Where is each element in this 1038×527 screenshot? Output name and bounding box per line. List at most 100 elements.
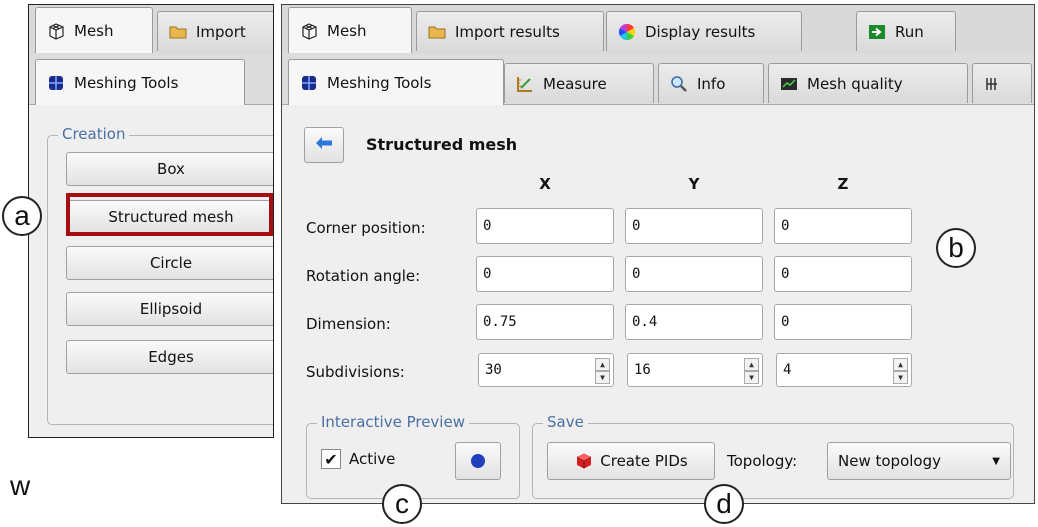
tab-meshing-tools[interactable]: Meshing Tools <box>35 59 245 105</box>
spin-arrows[interactable]: ▲ ▼ <box>595 358 610 384</box>
chevron-down-icon: ▼ <box>992 455 1000 467</box>
spin-up-icon[interactable]: ▲ <box>893 358 908 371</box>
tab-import[interactable]: Import <box>157 11 273 51</box>
tab-label: Display results <box>645 22 756 41</box>
rotation-angle-z-input[interactable]: 0 <box>774 256 912 292</box>
tab-meshing-tools[interactable]: Meshing Tools <box>288 59 504 105</box>
spin-down-icon[interactable]: ▼ <box>893 371 908 384</box>
back-arrow-icon <box>315 136 333 154</box>
mesh-cube-icon <box>46 21 66 41</box>
tab-mesh[interactable]: Mesh <box>288 7 412 53</box>
creation-legend: Creation <box>58 125 130 143</box>
tab-more[interactable] <box>972 63 1032 103</box>
run-arrow-icon <box>867 22 887 42</box>
tab-mesh-quality[interactable]: Mesh quality <box>768 63 968 103</box>
topology-value: New topology <box>838 452 941 470</box>
tab-label: Import <box>196 22 246 41</box>
spin-up-icon[interactable]: ▲ <box>744 358 759 371</box>
tab-label: Mesh <box>74 21 114 40</box>
mesh-cube-icon <box>299 21 319 41</box>
edges-button[interactable]: Edges <box>66 340 273 374</box>
ellipsoid-button[interactable]: Ellipsoid <box>66 292 273 326</box>
spin-down-icon[interactable]: ▼ <box>744 371 759 384</box>
folder-icon <box>168 22 188 42</box>
structured-mesh-highlight <box>66 193 273 236</box>
tab-measure[interactable]: Measure <box>504 63 654 103</box>
corner-position-x-input[interactable]: 0 <box>476 208 614 244</box>
subdivisions-label: Subdivisions: <box>306 363 405 381</box>
rotation-angle-x-input[interactable]: 0 <box>476 256 614 292</box>
topology-label: Topology: <box>727 452 798 470</box>
tab-info[interactable]: Info <box>658 63 764 103</box>
measure-icon <box>515 74 535 94</box>
dimension-x-input[interactable]: 0.75 <box>476 304 614 340</box>
main-tabbar: Mesh Import results Display results Run <box>282 5 1034 53</box>
tab-mesh[interactable]: Mesh <box>35 7 153 53</box>
preview-toggle-button[interactable] <box>455 442 501 480</box>
corner-position-z-input[interactable]: 0 <box>774 208 912 244</box>
subtab-bar: Meshing Tools Measure Info Mesh quality <box>282 53 1034 105</box>
callout-c: c <box>382 484 422 524</box>
tab-label: Info <box>697 74 726 93</box>
corner-position-label: Corner position: <box>306 219 426 237</box>
subdivisions-y-spinbox[interactable]: 16 ▲ ▼ <box>627 353 763 387</box>
left-subtab-bar: Meshing Tools <box>29 53 273 105</box>
color-wheel-icon <box>617 22 637 42</box>
spin-arrows[interactable]: ▲ ▼ <box>744 358 759 384</box>
circle-button[interactable]: Circle <box>66 246 273 280</box>
topology-select[interactable]: New topology ▼ <box>827 442 1011 480</box>
meshing-tools-icon <box>46 73 66 93</box>
create-pids-button[interactable]: Create PIDs <box>547 442 715 480</box>
rotation-angle-y-input[interactable]: 0 <box>625 256 763 292</box>
corner-position-y-input[interactable]: 0 <box>625 208 763 244</box>
structured-mesh-content: Structured mesh X Y Z Corner position: 0… <box>282 105 1034 503</box>
back-button[interactable] <box>304 127 344 163</box>
subdivisions-z-spinbox[interactable]: 4 ▲ ▼ <box>776 353 912 387</box>
checkmark-icon: ✔ <box>321 449 341 469</box>
dimension-label: Dimension: <box>306 315 391 333</box>
red-cube-icon <box>574 451 594 471</box>
tab-label: Measure <box>543 74 607 93</box>
column-y-label: Y <box>688 175 700 193</box>
tab-label: Mesh <box>327 21 367 40</box>
save-group: Save Create PIDs Topology: New topology … <box>532 413 1014 499</box>
spin-down-icon[interactable]: ▼ <box>595 371 610 384</box>
more-tools-icon <box>983 74 1003 94</box>
active-label: Active <box>349 450 396 468</box>
column-z-label: Z <box>837 175 849 193</box>
spin-value: 30 <box>485 362 502 378</box>
info-magnifier-icon <box>669 74 689 94</box>
subdivisions-x-spinbox[interactable]: 30 ▲ ▼ <box>478 353 614 387</box>
create-pids-label: Create PIDs <box>600 452 688 470</box>
mesh-quality-icon <box>779 74 799 94</box>
tab-label: Meshing Tools <box>74 73 179 92</box>
save-legend: Save <box>543 413 588 431</box>
spin-value: 16 <box>634 362 651 378</box>
right-panel: Mesh Import results Display results Run … <box>281 4 1035 504</box>
tab-label: Run <box>895 22 924 41</box>
box-button[interactable]: Box <box>66 152 273 186</box>
active-checkbox[interactable]: ✔ Active <box>321 449 395 469</box>
callout-d: d <box>704 484 744 524</box>
tab-display-results[interactable]: Display results <box>606 11 802 51</box>
interactive-preview-legend: Interactive Preview <box>317 413 469 431</box>
tab-label: Mesh quality <box>807 74 903 93</box>
callout-a: a <box>2 196 42 236</box>
tab-run[interactable]: Run <box>856 11 956 51</box>
tab-label: Meshing Tools <box>327 73 432 92</box>
dimension-z-input[interactable]: 0 <box>774 304 912 340</box>
column-x-label: X <box>539 175 551 193</box>
tab-label: Import results <box>455 22 560 41</box>
left-content: Creation Box Structured mesh Circle Elli… <box>29 105 273 437</box>
spin-up-icon[interactable]: ▲ <box>595 358 610 371</box>
callout-b: b <box>936 228 976 268</box>
stray-text: w <box>10 470 31 501</box>
creation-group: Creation Box Structured mesh Circle Elli… <box>47 125 273 425</box>
meshing-tools-icon <box>299 73 319 93</box>
dimension-y-input[interactable]: 0.4 <box>625 304 763 340</box>
spin-value: 4 <box>783 362 792 378</box>
preview-dot-icon <box>471 454 485 468</box>
tab-import-results[interactable]: Import results <box>416 11 604 51</box>
spin-arrows[interactable]: ▲ ▼ <box>893 358 908 384</box>
folder-icon <box>427 22 447 42</box>
